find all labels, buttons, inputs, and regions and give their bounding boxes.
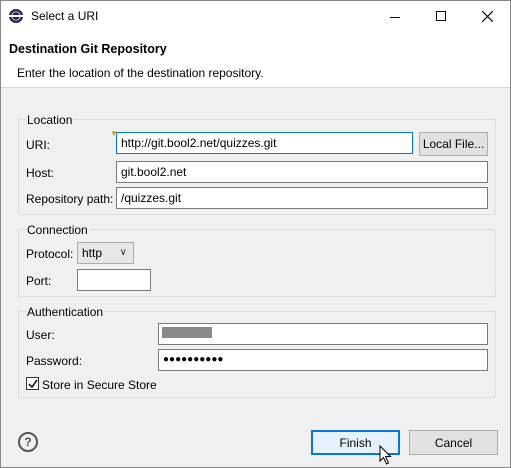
redacted-user-value — [162, 327, 212, 338]
chevron-down-icon: ∨ — [119, 247, 127, 258]
store-in-secure-store-label[interactable]: Store in Secure Store — [42, 378, 157, 392]
location-group-label: Location — [26, 113, 74, 127]
wizard-header: Destination Git Repository Enter the loc… — [1, 31, 510, 88]
port-label: Port: — [26, 274, 52, 288]
eclipse-icon — [9, 9, 23, 23]
uri-input[interactable]: http://git.bool2.net/quizzes.git — [116, 132, 413, 154]
store-in-secure-store-checkbox[interactable] — [26, 377, 39, 390]
help-icon[interactable]: ? — [18, 432, 38, 452]
uri-label: URI: — [26, 138, 50, 152]
minimize-button[interactable] — [372, 1, 418, 31]
password-label: Password: — [26, 354, 83, 368]
close-icon — [481, 10, 493, 22]
host-label: Host: — [26, 166, 55, 180]
title-bar: Select a URI — [1, 1, 510, 31]
authentication-group-label: Authentication — [26, 305, 105, 319]
password-input[interactable]: ●●●●●●●●●● — [158, 349, 488, 371]
cancel-button[interactable]: Cancel — [409, 430, 498, 455]
page-title: Destination Git Repository — [9, 42, 167, 56]
port-input[interactable] — [77, 269, 151, 291]
page-description: Enter the location of the destination re… — [17, 66, 264, 80]
close-button[interactable] — [464, 1, 510, 31]
checkmark-icon — [28, 379, 38, 389]
minimize-icon — [390, 16, 400, 18]
host-input[interactable]: git.bool2.net — [116, 161, 488, 183]
maximize-button[interactable] — [418, 1, 464, 31]
repository-path-input[interactable]: /quizzes.git — [116, 187, 488, 209]
user-label: User: — [26, 328, 55, 342]
protocol-select-value: http — [82, 246, 103, 260]
repository-path-label: Repository path: — [26, 192, 114, 206]
local-file-button[interactable]: Local File... — [419, 132, 488, 156]
window-title: Select a URI — [31, 9, 99, 23]
select-uri-dialog: Select a URI Destination Git Repository … — [0, 0, 511, 468]
maximize-icon — [436, 11, 446, 21]
mouse-cursor-icon — [379, 445, 392, 465]
connection-group-label: Connection — [26, 223, 89, 237]
protocol-select[interactable]: http ∨ — [77, 242, 134, 264]
protocol-label: Protocol: — [26, 247, 74, 261]
